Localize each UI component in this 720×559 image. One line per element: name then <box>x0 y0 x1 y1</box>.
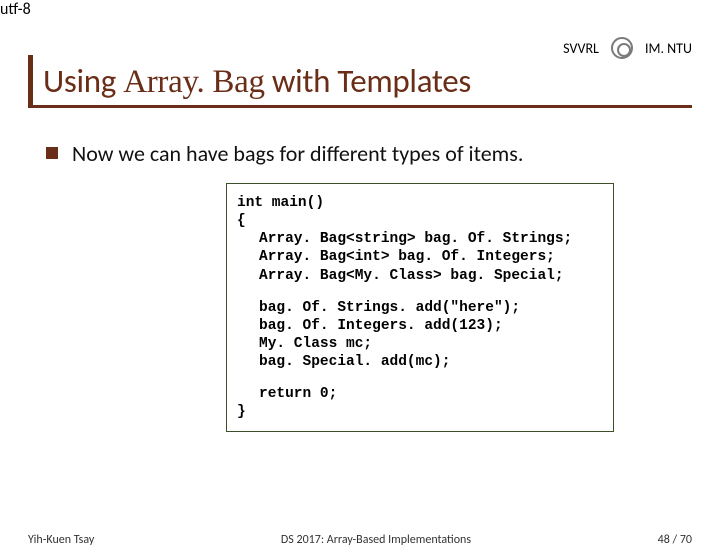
body: Now we can have bags for different types… <box>28 108 692 432</box>
title-block: Using Array. Bag with Templates <box>28 55 692 108</box>
code-line: return 0; <box>237 385 607 403</box>
title-pre: Using <box>43 61 123 101</box>
code-line: { <box>237 212 607 230</box>
code-line: } <box>237 403 607 421</box>
code-blank <box>237 285 607 299</box>
slide: SVVRL IM. NTU Using Array. Bag with Temp… <box>0 19 720 559</box>
footer-page: 48 / 70 <box>658 533 692 547</box>
title-post: with Templates <box>265 61 471 101</box>
bullet-row: Now we can have bags for different types… <box>46 140 692 167</box>
footer-author: Yih-Kuen Tsay <box>28 533 94 547</box>
footer: Yih-Kuen Tsay DS 2017: Array-Based Imple… <box>28 533 692 547</box>
footer-center: DS 2017: Array-Based Implementations <box>281 533 471 547</box>
code-line: bag. Of. Integers. add(123); <box>237 317 607 335</box>
title-code: Array. Bag <box>123 64 264 100</box>
code-line: bag. Of. Strings. add("here"); <box>237 299 607 317</box>
code-line: int main() <box>237 194 607 212</box>
header-right: IM. NTU <box>645 40 692 57</box>
bullet-icon <box>46 147 58 159</box>
logo-icon <box>611 37 633 59</box>
code-line: bag. Special. add(mc); <box>237 353 607 371</box>
code-blank <box>237 371 607 385</box>
code-box: int main() { Array. Bag<string> bag. Of.… <box>226 183 614 432</box>
slide-title: Using Array. Bag with Templates <box>43 61 692 101</box>
header-left: SVVRL <box>563 40 599 57</box>
code-line: Array. Bag<int> bag. Of. Integers; <box>237 248 607 266</box>
code-line: Array. Bag<My. Class> bag. Special; <box>237 267 607 285</box>
code-line: Array. Bag<string> bag. Of. Strings; <box>237 230 607 248</box>
bullet-text: Now we can have bags for different types… <box>72 140 523 167</box>
code-line: My. Class mc; <box>237 335 607 353</box>
